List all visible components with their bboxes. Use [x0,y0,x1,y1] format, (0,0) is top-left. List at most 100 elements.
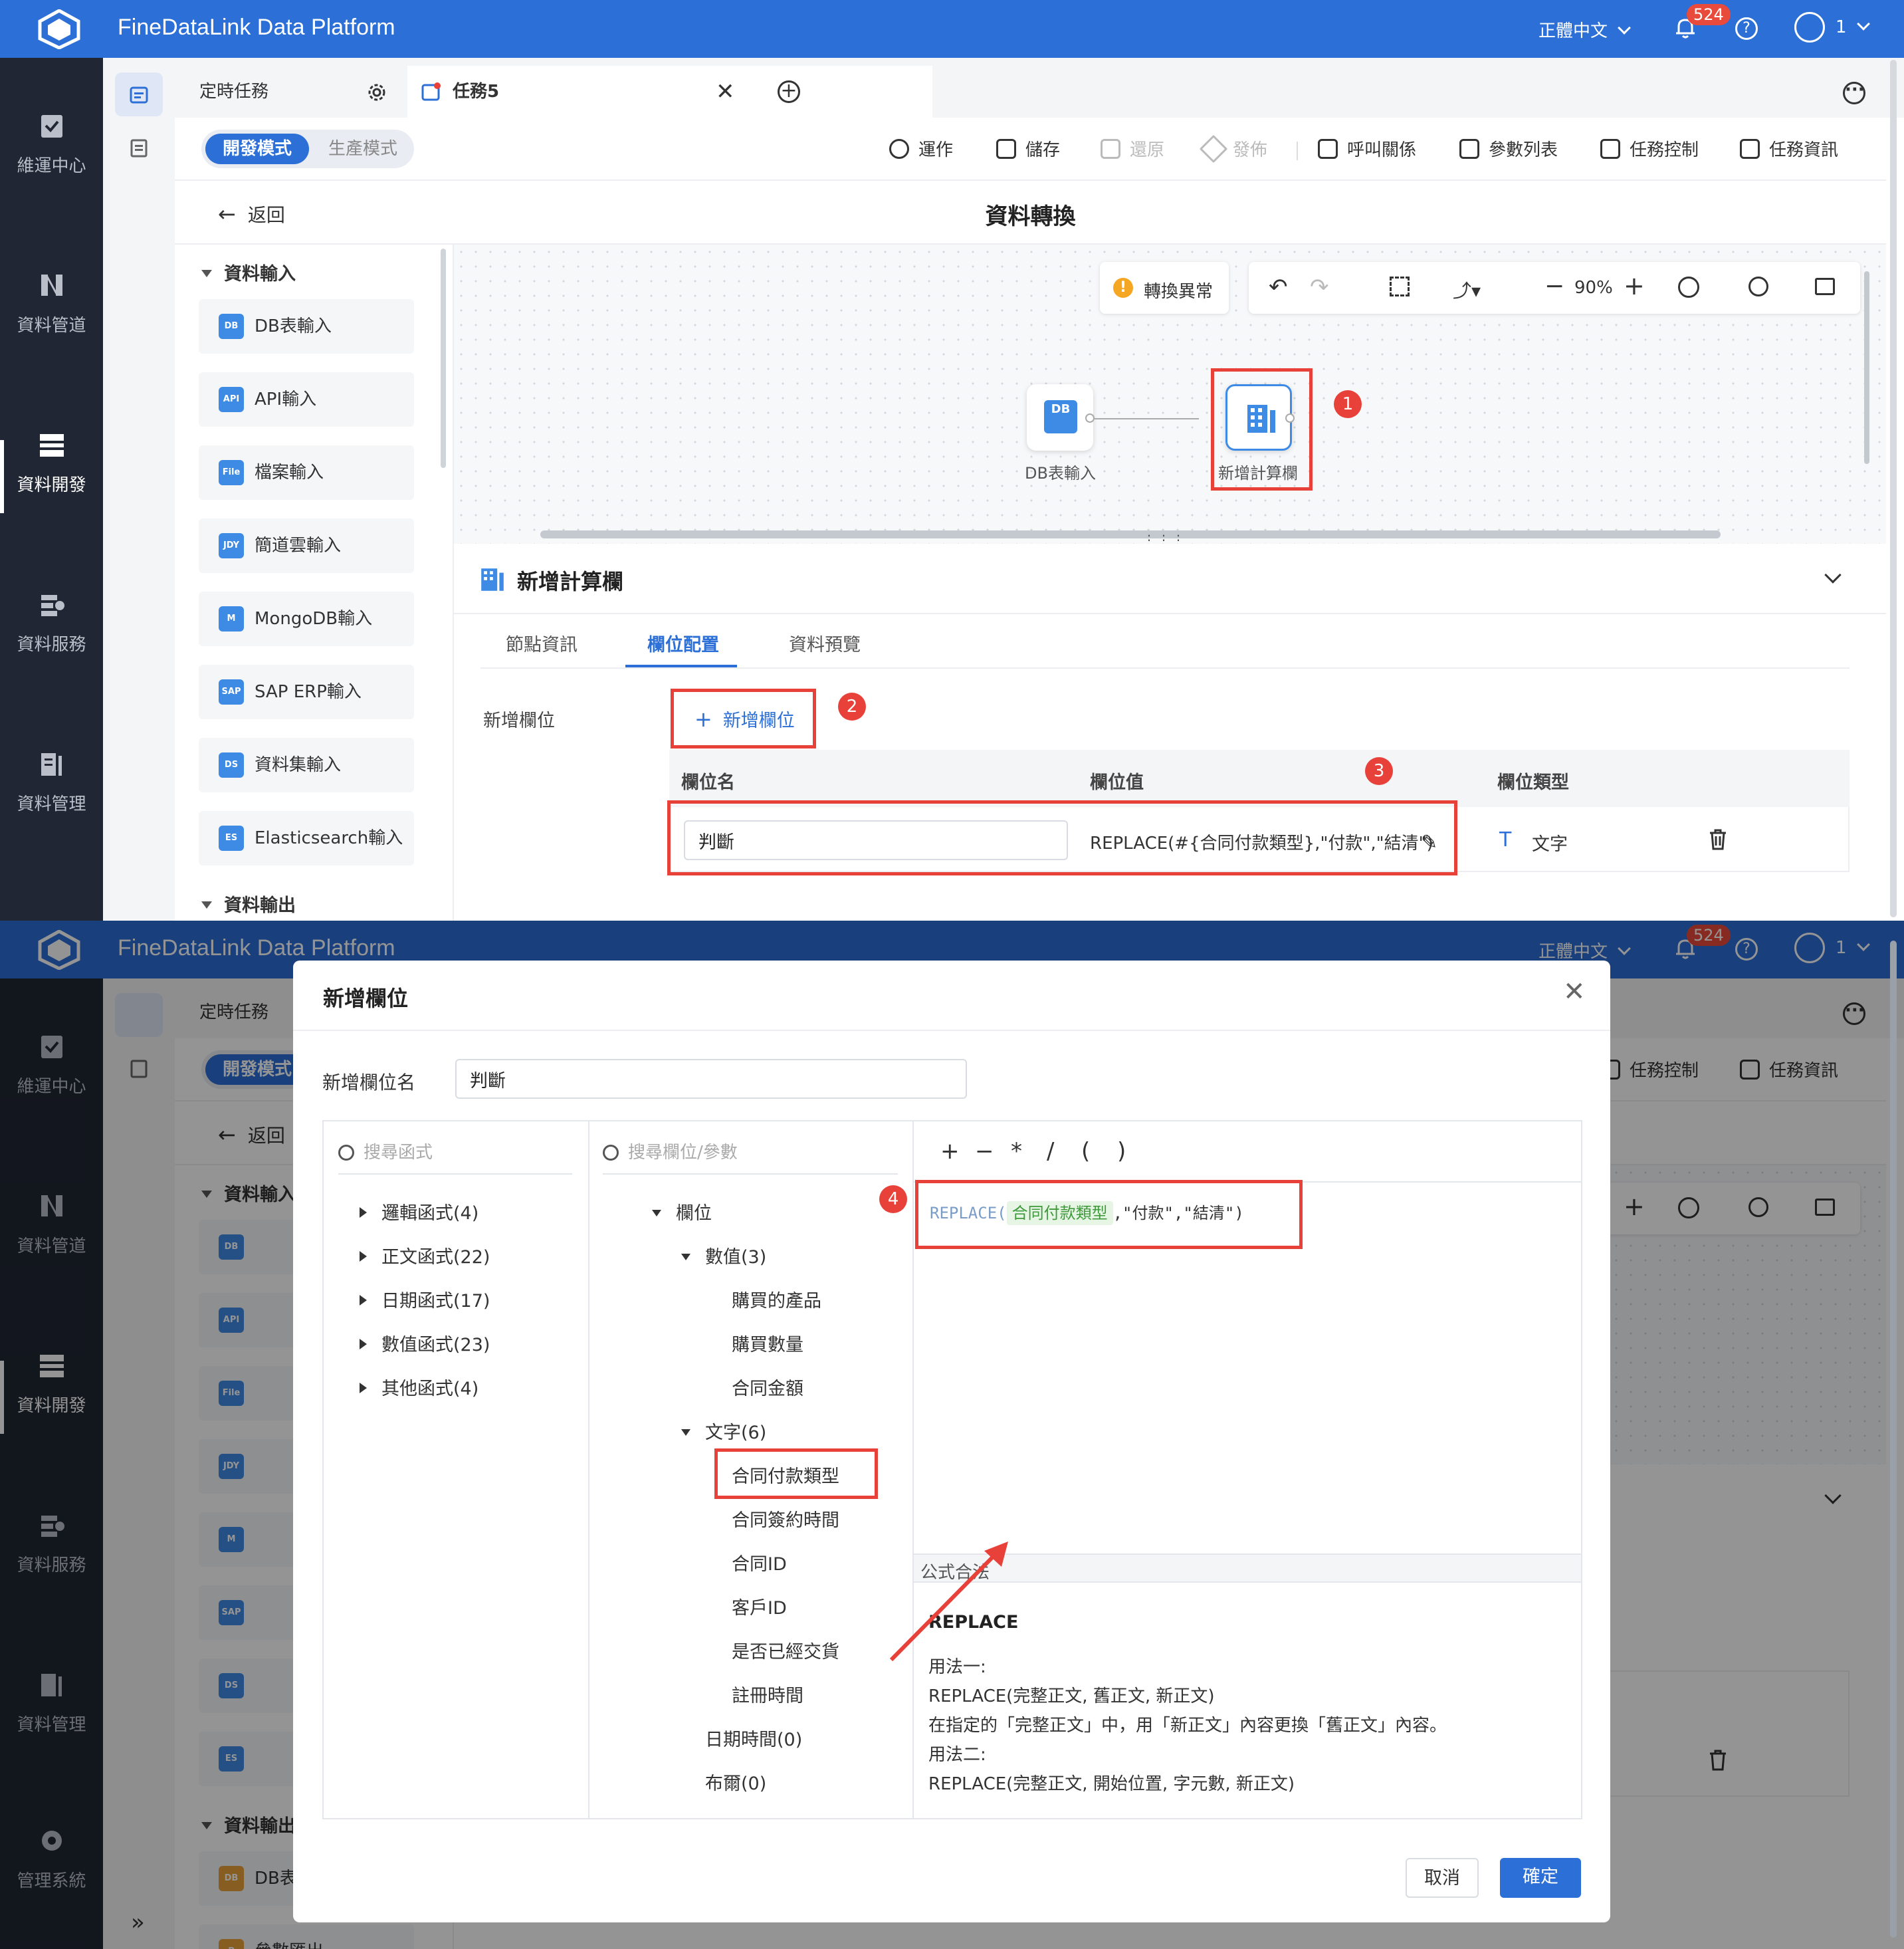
user-menu[interactable]: 1 [1836,17,1870,37]
sidebar-item-service[interactable]: 資料服務 [0,590,103,655]
manage-icon [41,753,62,776]
component-panel: 資料輸入 DB DB表輸入 API API輸入 File 檔案輸入 JDY 簡道雲輸入 … [175,245,454,921]
component-api-input[interactable]: API API輸入 [199,372,414,427]
sidebar-item-pipeline[interactable]: 資料管道 [0,271,103,336]
jdy-icon: JDY [219,533,244,558]
calc-column-icon [481,568,504,591]
annotation-box-3 [667,800,1457,875]
undo-icon[interactable]: ↶ [1269,274,1288,300]
warning-icon: ! [1113,278,1133,298]
task-control-button[interactable]: 任務控制 [1600,136,1699,161]
input-group-header[interactable]: 資料輸入 [201,259,296,285]
send-icon [1199,134,1228,163]
component-mongodb-input[interactable]: M MongoDB輸入 [199,592,414,646]
edge [1095,418,1199,419]
cancel-button[interactable]: 取消 [1406,1858,1479,1898]
top-bar: FineDataLink Data Platform 正體中文 524 ? 1 [0,0,1904,58]
file-icon: File [219,460,244,485]
sidebar-item-manage[interactable]: 資料管理 [0,749,103,815]
call-relation-button[interactable]: 呼叫關係 [1318,136,1416,161]
zoom-in-icon[interactable]: + [1624,271,1645,300]
tab-field-config[interactable]: 欄位配置 [647,630,719,656]
pipeline-icon [41,275,62,296]
component-dataset-input[interactable]: DS 資料集輸入 [199,738,414,792]
minimap-icon[interactable] [1815,278,1835,295]
scrollbar[interactable] [441,249,446,468]
component-elasticsearch-input[interactable]: ES Elasticsearch輸入 [199,811,414,865]
warning-chip[interactable]: ! 轉換異常 [1100,262,1229,314]
info-doc-icon [1740,138,1760,159]
relation-icon [1318,138,1338,159]
publish-button[interactable]: 發佈 [1199,134,1267,163]
annotation-2: 2 [838,693,866,721]
help-icon[interactable]: ? [1735,17,1758,40]
add-field-dialog: 新增欄位 ✕ 新增欄位名 判斷 搜尋函式 邏輯函式(4) 正文函式(22) 日期… [293,961,1610,1922]
calendar-icon [130,86,148,104]
page-scrollbar[interactable] [1890,941,1897,1938]
service-icon [41,595,64,616]
task-nav-icon[interactable] [115,72,163,116]
node-db-input[interactable]: DB [1027,384,1093,451]
caret-down-icon [201,901,212,909]
divider [1297,142,1298,160]
db-icon: DB [219,314,244,339]
save-button[interactable]: 儲存 [996,136,1060,161]
sap-icon: SAP [219,679,244,705]
tab-data-preview[interactable]: 資料預覽 [789,630,861,656]
component-jdy-input[interactable]: JDY 簡道雲輸入 [199,518,414,573]
trash-icon[interactable] [1708,828,1728,851]
caret-down-icon [201,270,212,277]
control-icon [1600,138,1620,159]
tab-node-info[interactable]: 節點資訊 [506,630,578,656]
output-group-header[interactable]: 資料輸出 [201,891,296,917]
page-header: ← 返回 資料轉換 [175,181,1886,245]
horizontal-scrollbar[interactable] [540,530,1721,538]
language-select[interactable]: 正體中文 [1538,17,1631,42]
prod-mode-button[interactable]: 生產模式 [314,134,411,164]
app-logo-icon [38,9,80,49]
close-icon[interactable]: ✕ [716,66,735,118]
restore-button[interactable]: 還原 [1101,136,1164,161]
zoom-out-icon[interactable]: − [1544,273,1564,300]
vertical-scrollbar[interactable] [1864,271,1869,464]
api-icon: API [219,387,244,412]
task-icon [421,82,441,101]
fit-screen-icon[interactable] [1390,277,1410,296]
component-file-input[interactable]: File 檔案輸入 [199,445,414,500]
search-icon[interactable] [1748,277,1768,296]
annotation-1: 1 [1334,390,1362,418]
screenshot-top: FineDataLink Data Platform 正體中文 524 ? 1 … [0,0,1904,921]
task-info-button[interactable]: 任務資訊 [1740,136,1838,161]
sidebar-item-ops[interactable]: 維運中心 [0,111,103,177]
dag-canvas[interactable]: ! 轉換異常 ↶ ↷ ⤴▾ − 90% + DB DB表輸入 新增計算欄 1 ⋮… [454,245,1886,548]
user-avatar[interactable] [1794,12,1825,43]
param-list-button[interactable]: 參數列表 [1459,136,1558,161]
run-button[interactable]: 運作 [889,136,953,161]
node-label: DB表輸入 [1025,464,1096,483]
mode-switch: 開發模式 生產模式 [201,130,414,168]
mongodb-icon: M [219,606,244,631]
component-db-input[interactable]: DB DB表輸入 [199,299,414,354]
page-scrollbar[interactable] [1890,60,1897,917]
chevron-down-icon [1856,17,1870,31]
tab-task5[interactable]: 任務5 ✕ [407,66,932,118]
tab-scheduled[interactable]: 定時任務 [175,66,401,118]
layout-icon[interactable]: ⤴▾ [1453,277,1481,303]
locate-icon[interactable] [1678,277,1699,298]
dev-mode-button[interactable]: 開發模式 [205,134,309,164]
redo-icon[interactable]: ↷ [1310,274,1329,300]
confirm-button[interactable]: 確定 [1500,1858,1581,1898]
component-sap-input[interactable]: SAP SAP ERP輸入 [199,665,414,719]
text-type-icon: T [1499,828,1512,852]
gear-icon[interactable] [366,82,387,103]
collapse-icon[interactable] [1824,566,1842,584]
sidebar-item-dev[interactable]: 資料開發 [0,430,103,496]
db-icon: DB [1044,400,1077,433]
port[interactable] [1085,413,1095,423]
table-header: 欄位名 欄位值 欄位類型 [669,750,1850,807]
chevron-down-icon [1618,21,1631,35]
more-icon[interactable]: ··· [1843,81,1865,104]
panel-title: 新增計算欄 [517,569,624,594]
add-tab-icon[interactable]: + [778,80,800,103]
document-icon[interactable] [129,138,149,158]
